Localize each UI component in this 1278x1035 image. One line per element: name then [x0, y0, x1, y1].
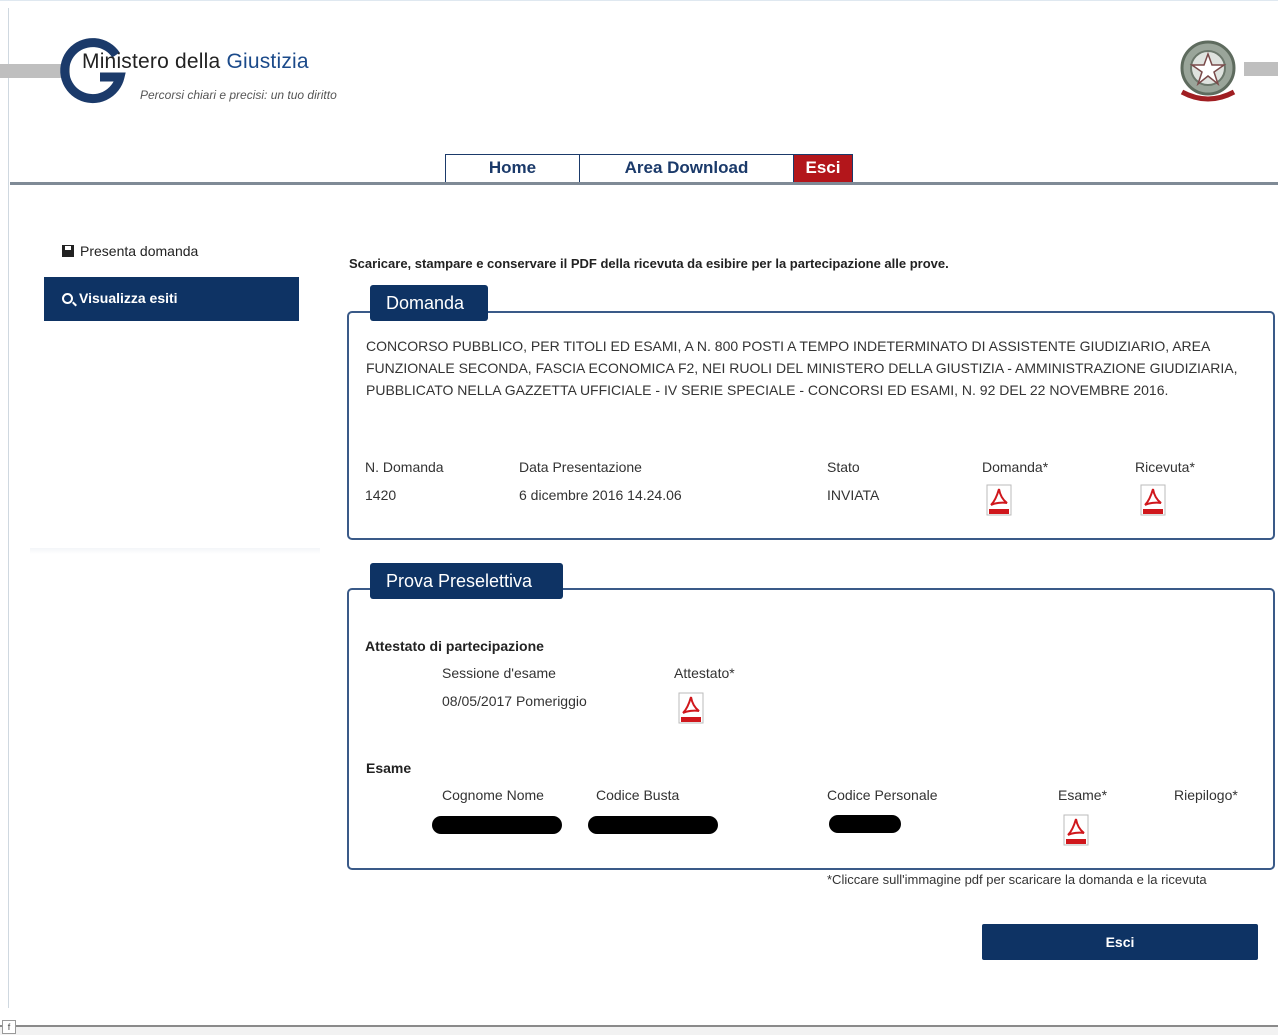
- header-n-domanda: N. Domanda: [365, 459, 444, 475]
- sidebar-item-label: Visualizza esiti: [79, 290, 178, 306]
- redacted-codice-personale: [829, 815, 901, 833]
- ricevuta-pdf-icon[interactable]: [1140, 484, 1166, 516]
- intro-text: Scaricare, stampare e conservare il PDF …: [349, 256, 949, 271]
- header-domanda-pdf: Domanda*: [982, 459, 1049, 475]
- redacted-codice-busta: [588, 816, 718, 834]
- header-esame-pdf: Esame*: [1058, 787, 1108, 803]
- value-sessione-esame: 08/05/2017 Pomeriggio: [442, 693, 587, 709]
- pdf-download-note: *Cliccare sull'immagine pdf per scaricar…: [827, 872, 1207, 887]
- sidebar-divider: [30, 548, 320, 554]
- header-attestato: Attestato*: [674, 665, 735, 681]
- attestato-pdf-icon[interactable]: [678, 692, 704, 724]
- redacted-cognome-nome: [432, 816, 562, 834]
- save-icon: [62, 245, 74, 257]
- header-stripe-right: [1244, 62, 1278, 76]
- search-icon: [62, 293, 73, 304]
- value-data-presentazione: 6 dicembre 2016 14.24.06: [519, 487, 682, 503]
- header-stato: Stato: [827, 459, 860, 475]
- nav-area-download-link[interactable]: Area Download: [580, 155, 794, 183]
- header-codice-personale: Codice Personale: [827, 787, 938, 803]
- header-sessione-esame: Sessione d'esame: [442, 665, 556, 681]
- header-ricevuta-pdf: Ricevuta*: [1135, 459, 1195, 475]
- value-n-domanda: 1420: [365, 487, 397, 503]
- value-stato: INVIATA: [827, 487, 880, 503]
- domanda-pdf-icon[interactable]: [986, 484, 1012, 516]
- header-divider: [10, 182, 1278, 185]
- esame-title: Esame: [366, 760, 412, 776]
- header-codice-busta: Codice Busta: [596, 787, 680, 803]
- exit-button[interactable]: Esci: [982, 924, 1258, 960]
- sidebar-item-presenta-domanda[interactable]: Presenta domanda: [62, 243, 198, 259]
- nav-exit-link[interactable]: Esci: [794, 155, 852, 183]
- logo-title[interactable]: Ministero della Giustizia: [82, 50, 309, 74]
- italian-emblem-icon: [1180, 40, 1236, 102]
- prova-preselettiva-panel-title: Prova Preselettiva: [370, 563, 563, 599]
- nav-home-link[interactable]: Home: [446, 155, 580, 183]
- concorso-description: CONCORSO PUBBLICO, PER TITOLI ED ESAMI, …: [366, 338, 1238, 398]
- window-frame-bottom: [0, 1025, 1278, 1035]
- sidebar-item-label: Presenta domanda: [80, 243, 199, 259]
- top-navigation: Home Area Download Esci: [445, 154, 853, 183]
- domanda-panel-title: Domanda: [370, 285, 488, 321]
- logo-subtitle: Percorsi chiari e precisi: un tuo diritt…: [140, 88, 337, 102]
- header-cognome-nome: Cognome Nome: [442, 787, 544, 803]
- sidebar-item-visualizza-esiti[interactable]: Visualizza esiti: [44, 277, 299, 321]
- esame-pdf-icon[interactable]: [1063, 814, 1089, 846]
- site-header: Ministero della Giustizia Percorsi chiar…: [0, 0, 1278, 190]
- attestato-title: Attestato di partecipazione: [365, 638, 544, 654]
- header-riepilogo-pdf: Riepilogo*: [1174, 787, 1238, 803]
- header-data-presentazione: Data Presentazione: [519, 459, 642, 475]
- window-corner-icon: f: [2, 1020, 16, 1034]
